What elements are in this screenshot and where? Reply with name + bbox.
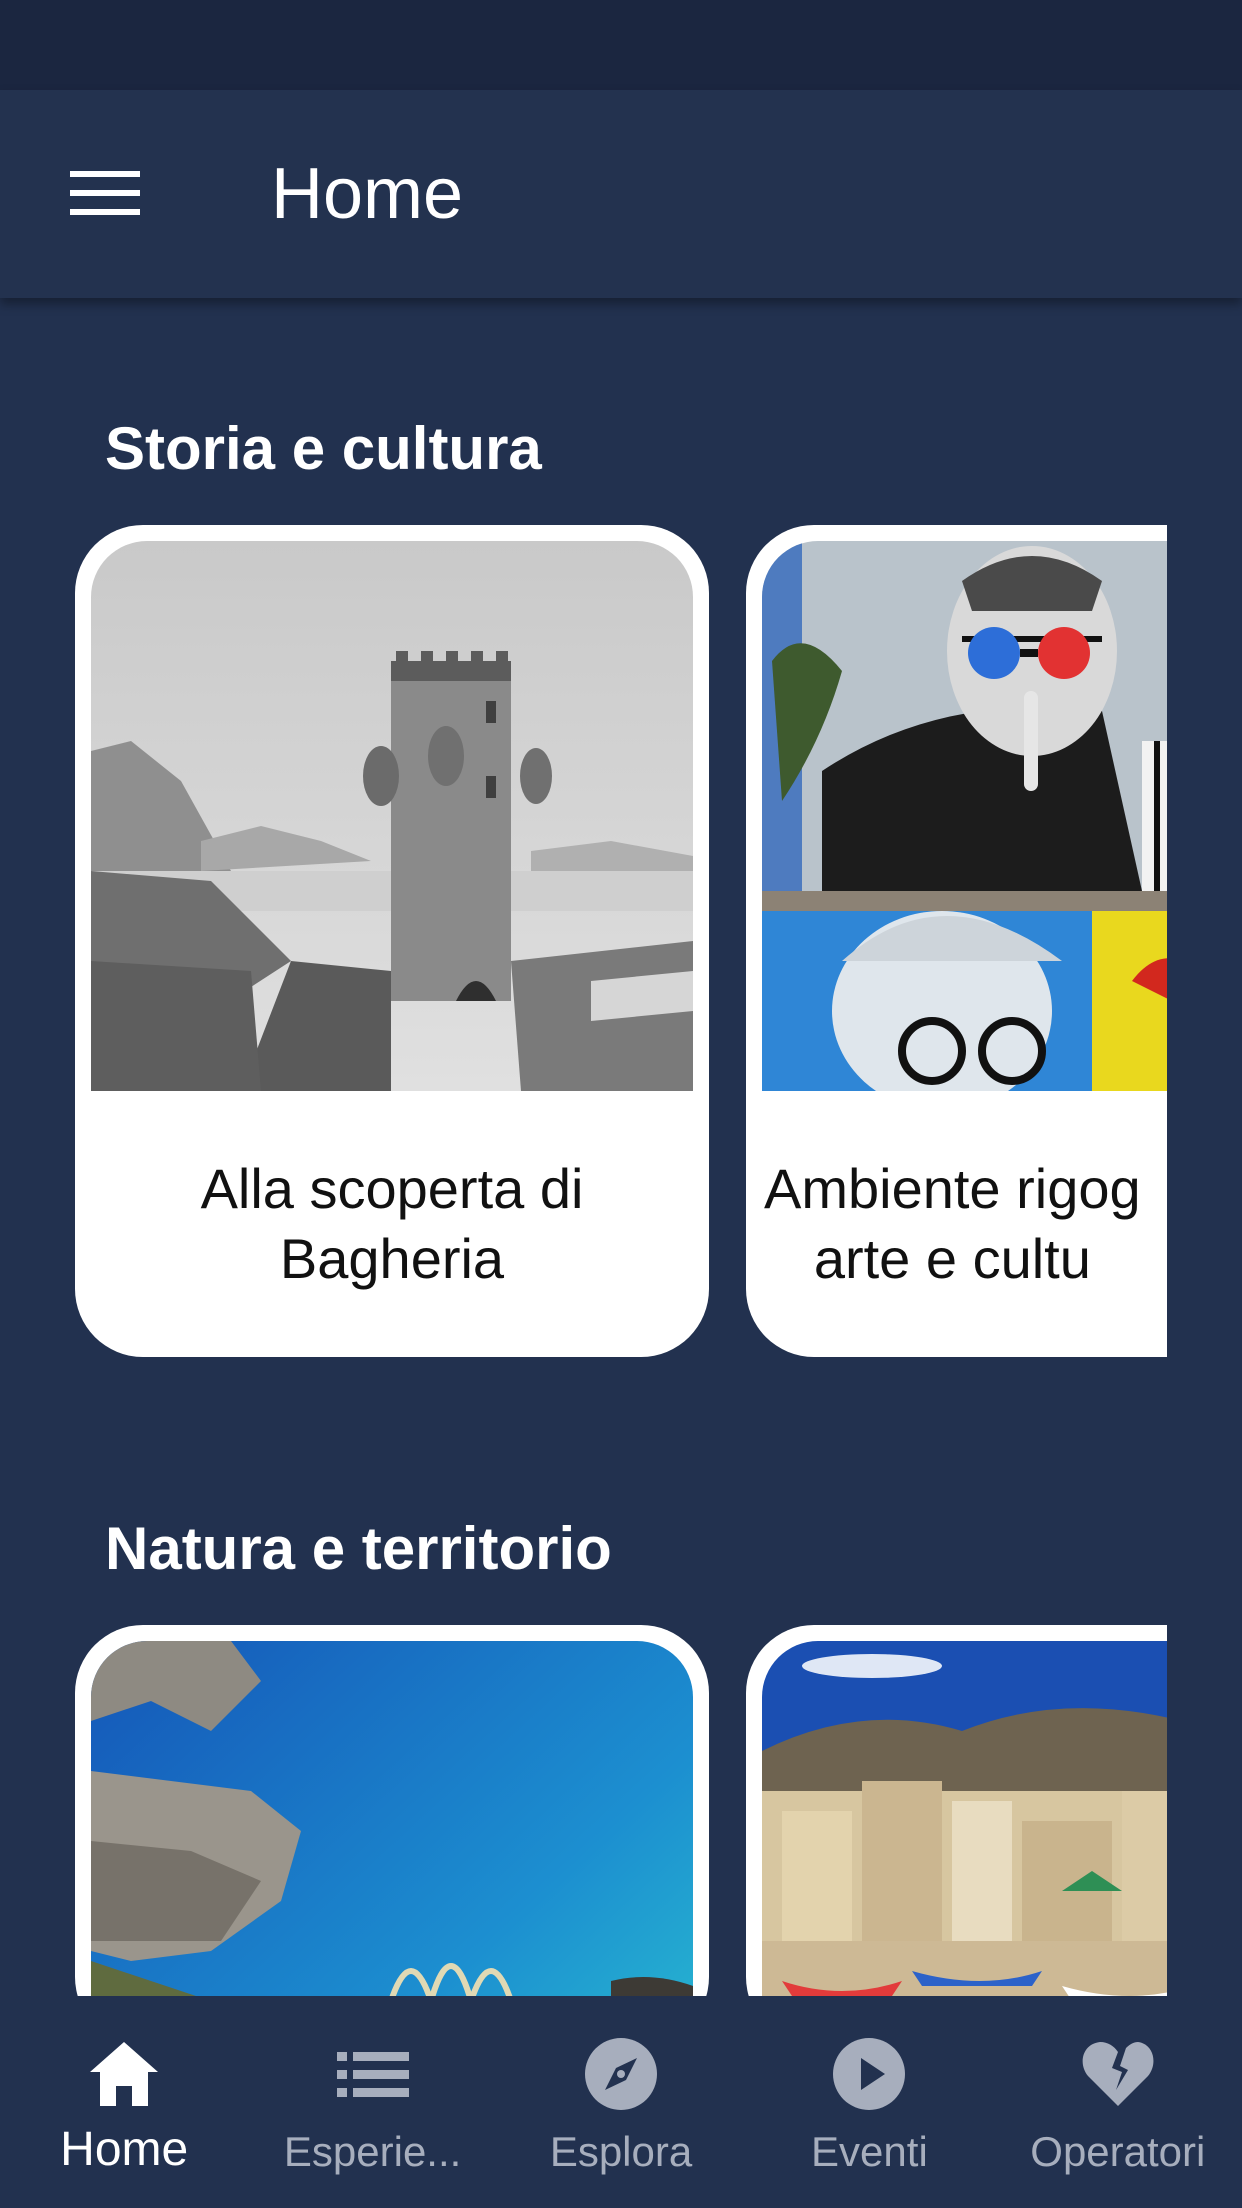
section-title-natura: Natura e territorio	[105, 1515, 612, 1582]
card-image-sea-cove	[91, 1641, 693, 1996]
nav-label: Eventi	[811, 2128, 928, 2175]
card-caption: Alla scoperta di Bagheria	[200, 1157, 584, 1290]
nav-item-eventi[interactable]: Eventi	[745, 1996, 993, 2208]
nav-label: Home	[60, 2123, 189, 2176]
compass-icon	[585, 2038, 658, 2110]
card-image-fishing-village	[762, 1641, 1167, 1996]
card-caption: Ambiente rigog arte e cultu	[764, 1157, 1141, 1290]
carousel-natura[interactable]	[0, 1625, 1167, 1996]
card-bagheria[interactable]: Alla scoperta di Bagheria	[75, 525, 709, 1357]
card-image-murals	[762, 541, 1167, 1091]
nav-label: Esperie...	[283, 2128, 462, 2175]
broken-heart-icon	[1082, 2042, 1154, 2106]
carousel-storia[interactable]: Alla scoperta di Bagheria Ambiente rigog…	[0, 525, 1167, 1357]
section-title-storia: Storia e cultura	[105, 415, 542, 482]
home-content[interactable]: Storia e cultura Alla scoperta di Bagher…	[0, 298, 1242, 1996]
card-sea-cove[interactable]	[75, 1625, 709, 1996]
nav-item-operatori[interactable]: Operatori	[994, 1996, 1242, 2208]
page-title: Home	[271, 154, 464, 234]
list-icon	[336, 2052, 409, 2097]
nav-label: Esplora	[549, 2128, 693, 2175]
card-street-art[interactable]: Ambiente rigog arte e cultu	[746, 525, 1167, 1357]
home-icon	[90, 2042, 159, 2106]
status-bar	[0, 0, 1242, 90]
app-bar: Home	[0, 90, 1242, 298]
card-fishing-village[interactable]	[746, 1625, 1167, 1996]
nav-label: Operatori	[1030, 2128, 1206, 2175]
nav-item-home[interactable]: Home	[0, 1996, 248, 2208]
bottom-navigation: Home Esperie... Esplora Eventi Operatori	[0, 1996, 1242, 2208]
nav-item-esperienze[interactable]: Esperie...	[248, 1996, 496, 2208]
play-circle-icon	[833, 2038, 906, 2110]
card-image-castle-engraving	[91, 541, 693, 1091]
nav-item-esplora[interactable]: Esplora	[497, 1996, 745, 2208]
hamburger-menu-icon[interactable]	[52, 148, 158, 238]
